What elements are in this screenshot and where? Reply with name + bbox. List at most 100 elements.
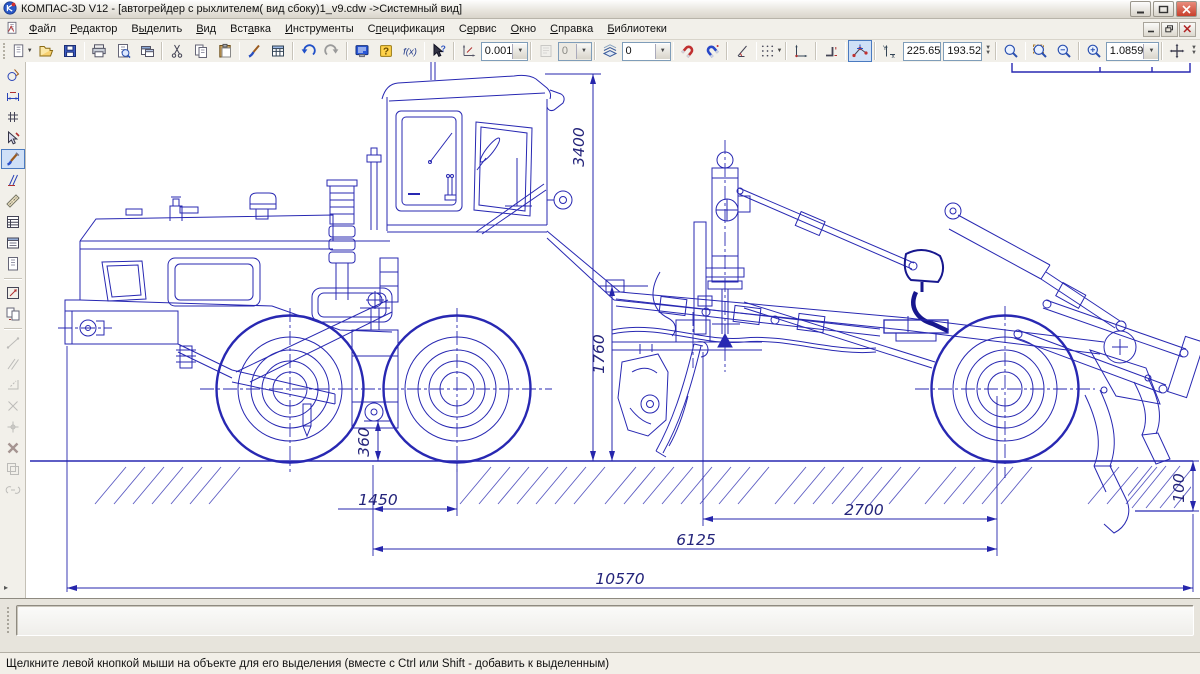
menu-item-2[interactable]: Редактор bbox=[63, 21, 124, 37]
mdi-restore-button[interactable] bbox=[1161, 22, 1178, 37]
help-book-button[interactable]: ? bbox=[374, 40, 398, 62]
zoom-combo[interactable]: 1.0859▼ bbox=[1106, 42, 1160, 61]
grader-drawing[interactable]: 3400 1760 360 1450 2700 6125 10570 100 bbox=[26, 62, 1200, 598]
dropdown-arrow-icon[interactable]: ▼ bbox=[512, 44, 527, 59]
copy-properties-button[interactable] bbox=[1, 304, 25, 324]
variables-monitor-button[interactable] bbox=[350, 40, 374, 62]
parametrization-tool-button[interactable] bbox=[1, 170, 25, 190]
menu-item-4[interactable]: Вид bbox=[189, 21, 223, 37]
fx-icon: f(x) bbox=[402, 43, 418, 59]
save-floppy-button[interactable] bbox=[58, 40, 82, 62]
menu-item-11[interactable]: Библиотеки bbox=[600, 21, 674, 37]
geometry-tool-button[interactable] bbox=[1, 65, 25, 85]
dropdown-arrow-icon[interactable]: ▼ bbox=[777, 48, 783, 54]
view-number-combo[interactable]: 0▼ bbox=[558, 42, 592, 61]
minimize-button[interactable] bbox=[1130, 1, 1151, 17]
specification-tool-button[interactable] bbox=[1, 212, 25, 232]
assoc-view-button[interactable] bbox=[1, 283, 25, 303]
zoom-in-button[interactable] bbox=[1082, 40, 1106, 62]
menu-item-3[interactable]: Выделить bbox=[124, 21, 189, 37]
dimensions-tool-icon bbox=[5, 88, 21, 104]
menu-item-10[interactable]: Справка bbox=[543, 21, 600, 37]
maximize-button[interactable] bbox=[1153, 1, 1174, 17]
new-doc-button[interactable]: ▼ bbox=[10, 40, 34, 62]
copy-shape-button[interactable] bbox=[1, 459, 25, 479]
close-button[interactable] bbox=[1176, 1, 1197, 17]
angle-ortho-button[interactable] bbox=[730, 40, 754, 62]
zoom-window-button[interactable] bbox=[1028, 40, 1052, 62]
accuracy-combo[interactable]: 0.001▼ bbox=[481, 42, 529, 61]
paste-button[interactable] bbox=[213, 40, 237, 62]
zoom-prev-icon bbox=[1003, 43, 1019, 59]
panel-expander[interactable]: ▸ bbox=[0, 583, 8, 592]
paste-icon bbox=[217, 43, 233, 59]
magnet-red-button[interactable] bbox=[676, 40, 700, 62]
grader-machine[interactable] bbox=[58, 62, 1200, 533]
chain-button[interactable] bbox=[1, 480, 25, 500]
magnet-blue-button[interactable] bbox=[700, 40, 724, 62]
new-window-button[interactable] bbox=[135, 40, 159, 62]
menu-item-9[interactable]: Окно bbox=[504, 21, 544, 37]
menu-item-5[interactable]: Вставка bbox=[223, 21, 278, 37]
line-button[interactable] bbox=[1, 333, 25, 353]
print-preview-button[interactable] bbox=[111, 40, 135, 62]
property-bar-handle[interactable] bbox=[7, 607, 12, 633]
dropdown-arrow-icon[interactable]: ▼ bbox=[27, 48, 33, 54]
accuracy-button[interactable] bbox=[457, 40, 481, 62]
delete-object-button[interactable] bbox=[1, 438, 25, 458]
fx-button[interactable]: f(x) bbox=[398, 40, 422, 62]
open-folder-button[interactable] bbox=[34, 40, 58, 62]
selection-tool-button[interactable] bbox=[1, 149, 25, 169]
toolbar-separator bbox=[424, 42, 426, 60]
drawing-canvas[interactable]: 3400 1760 360 1450 2700 6125 10570 100 bbox=[26, 62, 1200, 598]
reports-tool-button[interactable] bbox=[1, 233, 25, 253]
context-help-button[interactable]: ? bbox=[427, 40, 451, 62]
menu-item-7[interactable]: Спецификация bbox=[361, 21, 452, 37]
ortho-button[interactable] bbox=[819, 40, 843, 62]
annotations-tool-button[interactable] bbox=[1, 107, 25, 127]
menu-item-1[interactable]: Файл bbox=[22, 21, 63, 37]
measurement-tool-button[interactable] bbox=[1, 191, 25, 211]
pan-button[interactable] bbox=[1165, 40, 1189, 62]
toolbar-overflow-icon[interactable]: ▼▼ bbox=[1191, 46, 1197, 56]
panel-separator bbox=[4, 278, 22, 280]
trim-button[interactable] bbox=[1, 417, 25, 437]
mdi-minimize-button[interactable] bbox=[1143, 22, 1160, 37]
cut-button[interactable] bbox=[165, 40, 189, 62]
print-button[interactable] bbox=[87, 40, 111, 62]
sheet-tool-button[interactable] bbox=[1, 254, 25, 274]
offset-line-button[interactable] bbox=[1, 375, 25, 395]
format-brush-button[interactable] bbox=[242, 40, 266, 62]
coord-x-field[interactable]: 225.65 bbox=[903, 42, 942, 61]
parallel-line-button[interactable] bbox=[1, 354, 25, 374]
copy-button[interactable] bbox=[189, 40, 213, 62]
toolbar-overflow-icon[interactable]: ▼▼ bbox=[985, 46, 991, 56]
zoom-area-button[interactable] bbox=[1052, 40, 1076, 62]
redo-button[interactable] bbox=[320, 40, 344, 62]
svg-text:3400: 3400 bbox=[570, 127, 588, 167]
view-number-button[interactable] bbox=[534, 40, 558, 62]
mdi-close-button[interactable] bbox=[1179, 22, 1196, 37]
axes-button[interactable] bbox=[789, 40, 813, 62]
dropdown-arrow-icon[interactable]: ▼ bbox=[576, 44, 591, 59]
snap-button[interactable] bbox=[848, 40, 872, 62]
ground-lines[interactable] bbox=[30, 461, 1200, 511]
layers-button[interactable] bbox=[598, 40, 622, 62]
menu-item-6[interactable]: Инструменты bbox=[278, 21, 361, 37]
dropdown-arrow-icon[interactable]: ▼ bbox=[1143, 44, 1158, 59]
menu-item-8[interactable]: Сервис bbox=[452, 21, 504, 37]
layer-combo[interactable]: 0▼ bbox=[622, 42, 671, 61]
toolbar-grip[interactable] bbox=[3, 43, 7, 59]
editing-tool-button[interactable] bbox=[1, 128, 25, 148]
dropdown-arrow-icon[interactable]: ▼ bbox=[655, 44, 670, 59]
cross-line-button[interactable] bbox=[1, 396, 25, 416]
coord-button[interactable]: Yx bbox=[878, 40, 902, 62]
measurement-tool-icon bbox=[5, 193, 21, 209]
dimensions-tool-button[interactable] bbox=[1, 86, 25, 106]
ripper-cylinder bbox=[945, 203, 1126, 331]
zoom-prev-button[interactable] bbox=[999, 40, 1023, 62]
coord-y-field[interactable]: 193.52 bbox=[943, 42, 982, 61]
undo-button[interactable] bbox=[296, 40, 320, 62]
grid-button[interactable]: ▼ bbox=[759, 40, 783, 62]
properties-table-button[interactable] bbox=[266, 40, 290, 62]
